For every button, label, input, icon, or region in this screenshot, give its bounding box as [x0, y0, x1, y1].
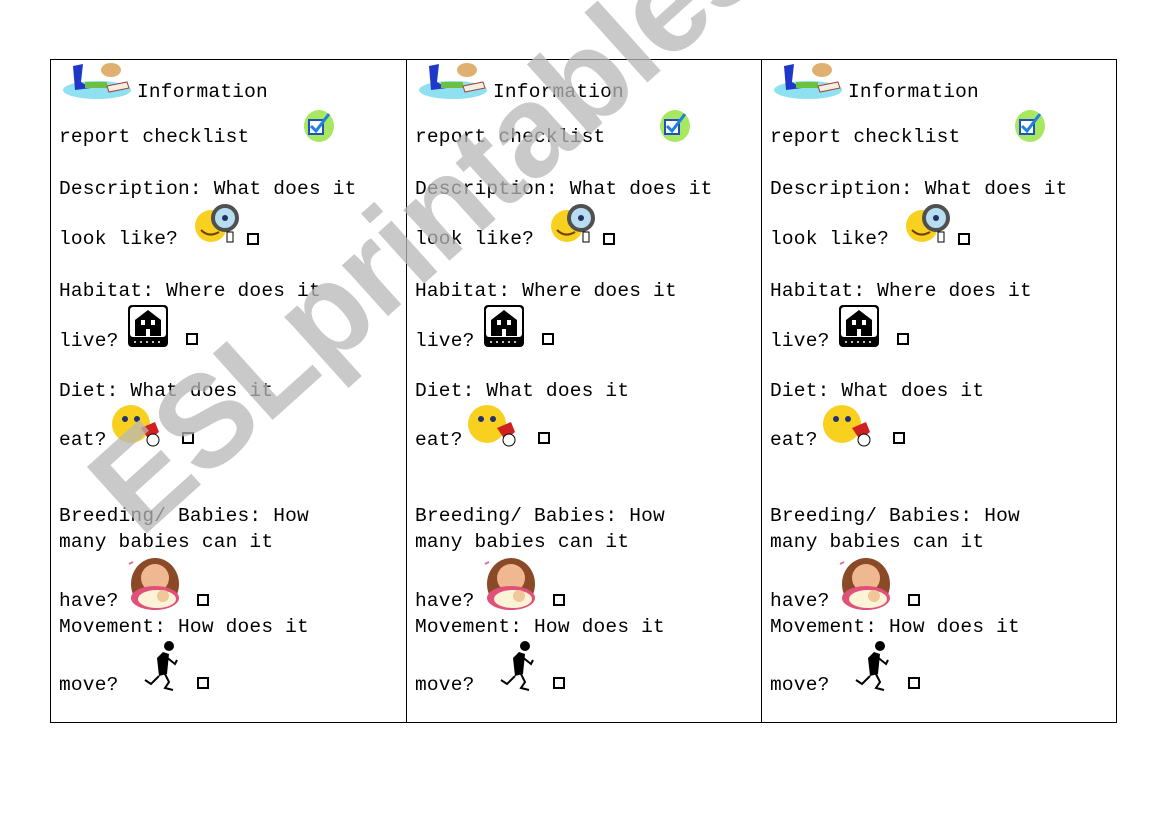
- breeding-question-end: have?: [59, 590, 119, 612]
- title-line-1: Information: [137, 81, 268, 103]
- habitat-question-cont: live?: [770, 330, 830, 352]
- eating-smiley-icon: [823, 405, 871, 447]
- title-line-1: Information: [493, 81, 624, 103]
- checklist-card: Information report checklist Description…: [761, 60, 1116, 722]
- movement-checkbox[interactable]: [197, 677, 209, 689]
- diet-question: Diet: What does it: [59, 380, 274, 402]
- reading-child-icon: [63, 63, 131, 99]
- breeding-question-cont: many babies can it: [59, 531, 274, 553]
- movement-question: Movement: How does it: [59, 616, 309, 638]
- breeding-question: Breeding/ Babies: How: [415, 505, 665, 527]
- movement-question: Movement: How does it: [415, 616, 665, 638]
- mother-baby-icon: [128, 558, 179, 610]
- running-figure-icon: [144, 641, 178, 691]
- description-question-cont: look like?: [770, 228, 890, 250]
- checklist-sheet: Information report checklist Description…: [50, 59, 1117, 723]
- habitat-question-cont: live?: [415, 330, 475, 352]
- breeding-checkbox[interactable]: [197, 594, 209, 606]
- title-line-1: Information: [848, 81, 979, 103]
- description-checkbox[interactable]: [603, 233, 615, 245]
- movement-question-cont: move?: [59, 674, 119, 696]
- breeding-checkbox[interactable]: [553, 594, 565, 606]
- checkmark-icon: [304, 110, 334, 142]
- diet-checkbox[interactable]: [538, 432, 550, 444]
- diet-checkbox[interactable]: [182, 432, 194, 444]
- house-icon: [128, 305, 168, 347]
- habitat-checkbox[interactable]: [897, 333, 909, 345]
- breeding-checkbox[interactable]: [908, 594, 920, 606]
- house-icon: [839, 305, 879, 347]
- diet-question-cont: eat?: [59, 429, 107, 451]
- breeding-question-end: have?: [770, 590, 830, 612]
- habitat-question: Habitat: Where does it: [770, 280, 1032, 302]
- description-question-cont: look like?: [59, 228, 179, 250]
- eating-smiley-icon: [468, 405, 516, 447]
- breeding-question: Breeding/ Babies: How: [770, 505, 1020, 527]
- breeding-question: Breeding/ Babies: How: [59, 505, 309, 527]
- habitat-checkbox[interactable]: [186, 333, 198, 345]
- diet-checkbox[interactable]: [893, 432, 905, 444]
- mother-baby-icon: [839, 558, 890, 610]
- checklist-card: Information report checklist Description…: [51, 60, 406, 722]
- breeding-question-cont: many babies can it: [415, 531, 630, 553]
- habitat-question: Habitat: Where does it: [59, 280, 321, 302]
- checkmark-icon: [660, 110, 690, 142]
- running-figure-icon: [855, 641, 889, 691]
- description-question-cont: look like?: [415, 228, 535, 250]
- movement-question: Movement: How does it: [770, 616, 1020, 638]
- eating-smiley-icon: [112, 405, 160, 447]
- checkmark-icon: [1015, 110, 1045, 142]
- habitat-question: Habitat: Where does it: [415, 280, 677, 302]
- movement-checkbox[interactable]: [908, 677, 920, 689]
- description-question: Description: What does it: [415, 178, 713, 200]
- description-checkbox[interactable]: [958, 233, 970, 245]
- movement-question-cont: move?: [770, 674, 830, 696]
- checklist-card: Information report checklist Description…: [406, 60, 761, 722]
- diet-question-cont: eat?: [770, 429, 818, 451]
- movement-checkbox[interactable]: [553, 677, 565, 689]
- diet-question: Diet: What does it: [770, 380, 985, 402]
- reading-child-icon: [774, 63, 842, 99]
- movement-question-cont: move?: [415, 674, 475, 696]
- running-figure-icon: [500, 641, 534, 691]
- magnifying-glass-smiley-icon: [906, 204, 950, 243]
- breeding-question-end: have?: [415, 590, 475, 612]
- diet-question-cont: eat?: [415, 429, 463, 451]
- description-checkbox[interactable]: [247, 233, 259, 245]
- title-line-2: report checklist: [415, 126, 606, 148]
- title-line-2: report checklist: [59, 126, 250, 148]
- magnifying-glass-smiley-icon: [551, 204, 595, 243]
- description-question: Description: What does it: [59, 178, 357, 200]
- house-icon: [484, 305, 524, 347]
- mother-baby-icon: [484, 558, 535, 610]
- habitat-checkbox[interactable]: [542, 333, 554, 345]
- reading-child-icon: [419, 63, 487, 99]
- habitat-question-cont: live?: [59, 330, 119, 352]
- breeding-question-cont: many babies can it: [770, 531, 985, 553]
- magnifying-glass-smiley-icon: [195, 204, 239, 243]
- diet-question: Diet: What does it: [415, 380, 630, 402]
- description-question: Description: What does it: [770, 178, 1068, 200]
- title-line-2: report checklist: [770, 126, 961, 148]
